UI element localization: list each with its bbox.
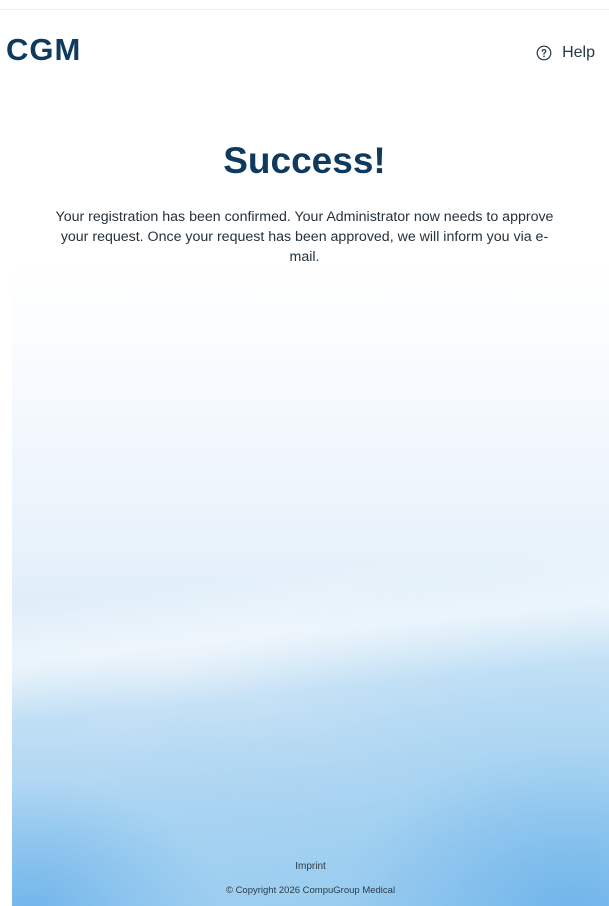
confirmation-message: Your registration has been confirmed. Yo… <box>55 209 554 265</box>
help-link[interactable]: Help <box>536 44 595 62</box>
help-label: Help <box>562 44 595 61</box>
cgm-logo[interactable]: CGM <box>6 34 81 65</box>
footer: Imprint © Copyright 2026 CompuGroup Medi… <box>12 860 609 898</box>
header: CGM Help <box>0 0 609 100</box>
copyright-text: © Copyright 2026 CompuGroup Medical <box>225 885 396 896</box>
imprint-link[interactable]: Imprint <box>12 860 609 874</box>
page-title: Success! <box>223 140 386 181</box>
help-circle-icon <box>536 45 552 61</box>
